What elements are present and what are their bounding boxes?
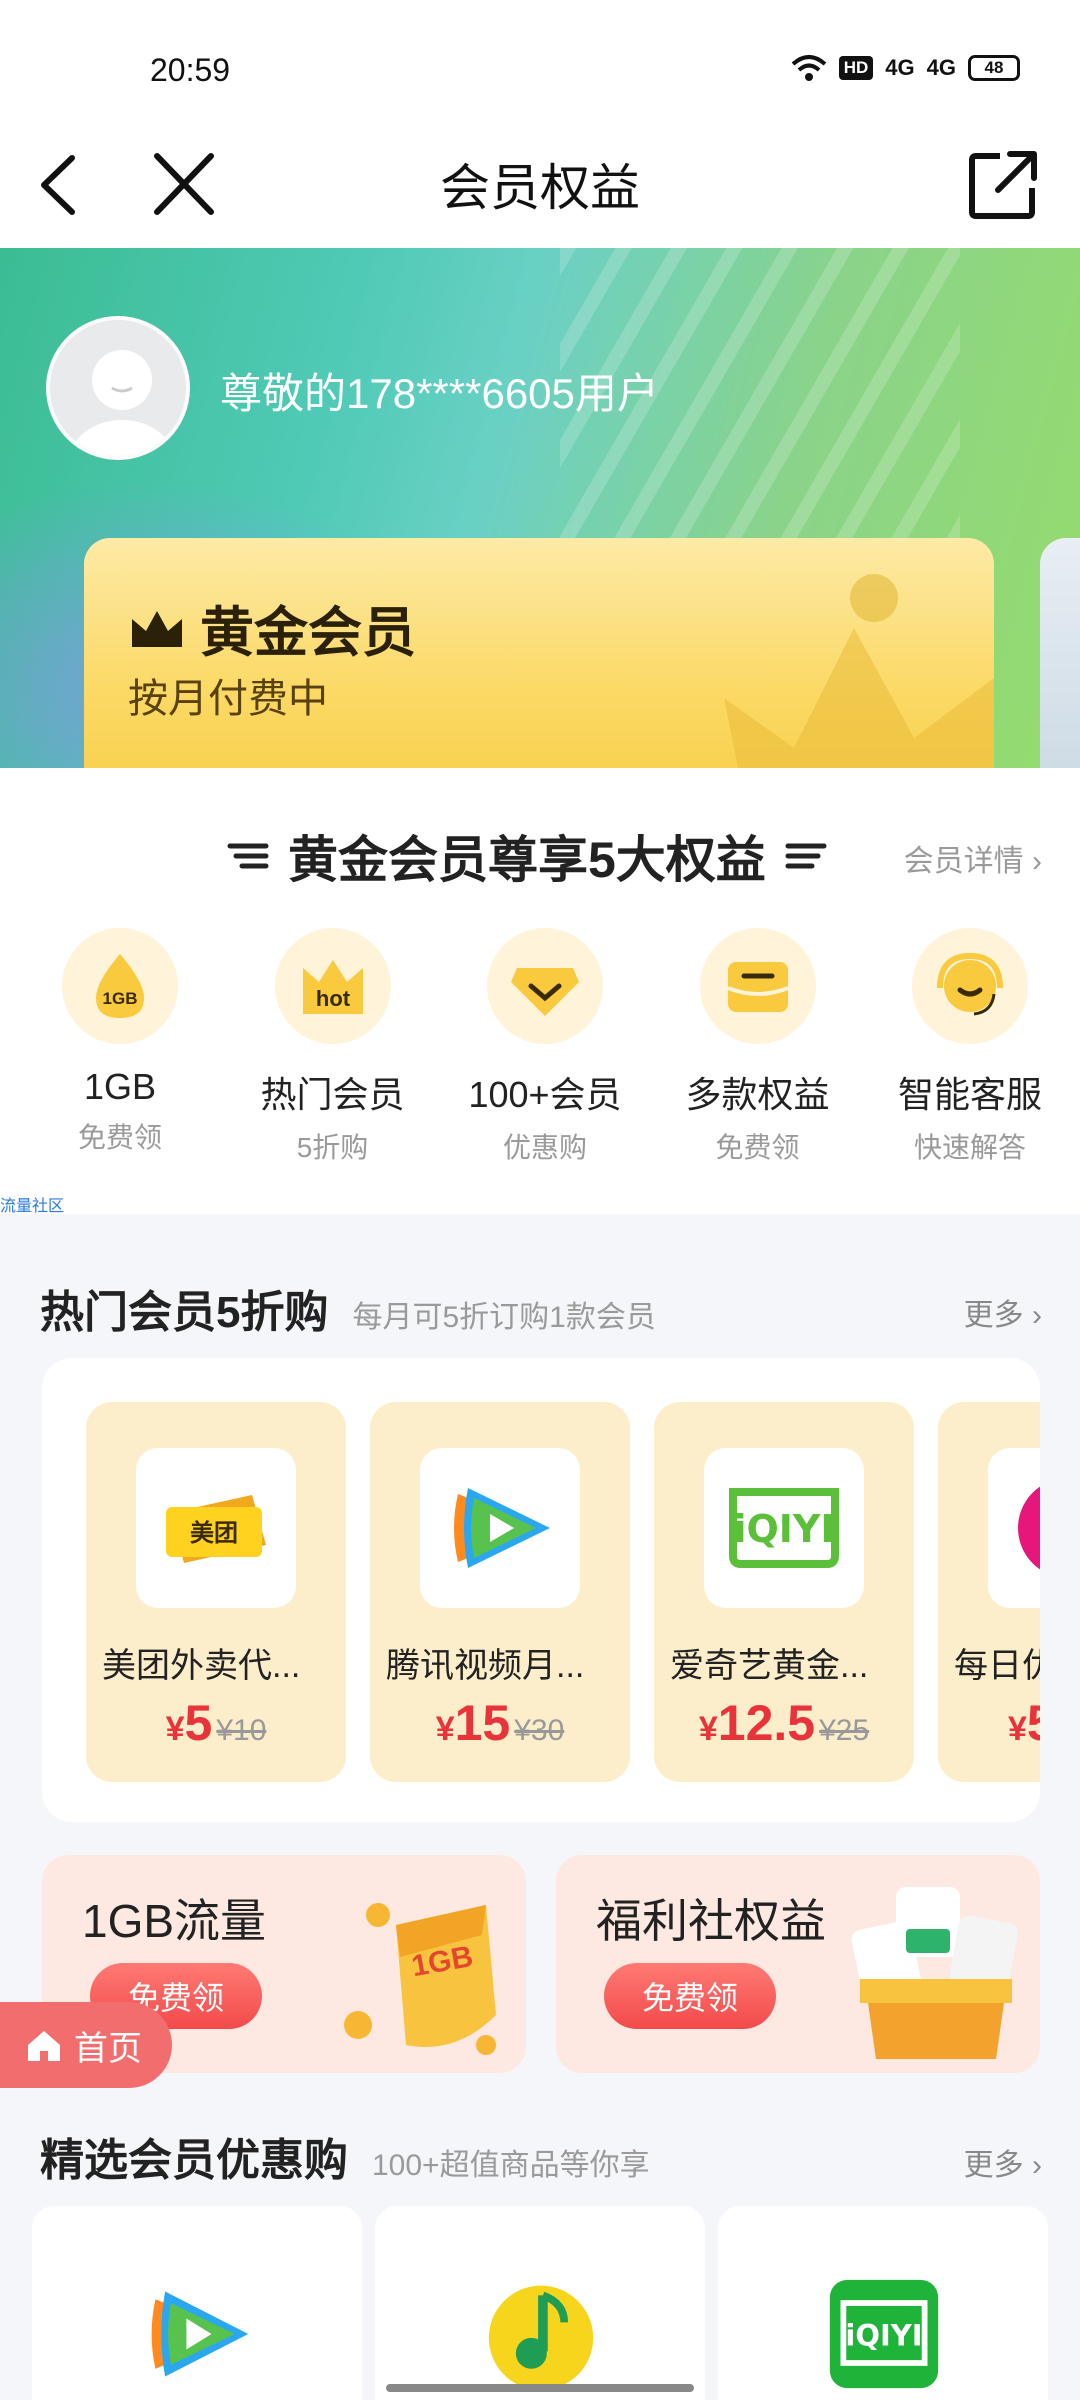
- benefit-title: 智能客服: [897, 1074, 1042, 1115]
- home-tab-label: 首页: [74, 2029, 142, 2068]
- crown-icon: [132, 610, 182, 647]
- hot-item-price: ¥12.5 ¥25: [698, 1695, 870, 1751]
- pick-item-tencent-video[interactable]: [32, 2206, 362, 2400]
- hot-item-meituan[interactable]: 美团 美团外卖代... ¥5 ¥10: [86, 1402, 346, 1782]
- picks-section-header: 精选会员优惠购 100+超值商品等你享: [40, 2124, 650, 2188]
- card-status: 按月付费中: [128, 677, 328, 721]
- page-title: 会员权益: [440, 160, 640, 216]
- daily-logo-icon: [988, 1448, 1040, 1608]
- data-drop-icon: 1GB: [62, 928, 178, 1044]
- diamond-icon: [487, 928, 603, 1044]
- heading-dash-right-icon: [785, 843, 827, 869]
- next-member-card[interactable]: [1040, 538, 1080, 768]
- hot-section-subtitle: 每月可5折订购1款会员: [352, 1301, 656, 1334]
- status-bar: 20:59 HD 4G 4G 48: [0, 0, 1080, 140]
- hot-section-title: 热门会员5折购: [40, 1288, 329, 1337]
- benefit-title: 1GB: [83, 1066, 157, 1107]
- iqiyi-logo-icon: iQIYI: [829, 2279, 939, 2389]
- picks-row: iQIYI: [32, 2206, 1048, 2400]
- hot-item-name: 腾讯视频月...: [386, 1647, 585, 1685]
- tencent-video-logo-icon: [151, 2291, 249, 2377]
- signal-icon: 4G: [885, 55, 915, 80]
- benefit-1gb[interactable]: 1GB 1GB 免费领: [20, 928, 220, 1166]
- pick-item-qq-music[interactable]: [375, 2206, 705, 2400]
- hot-item-name: 每日优...: [954, 1647, 1040, 1685]
- meituan-logo-icon: 美团: [136, 1448, 296, 1608]
- benefits-heading: 黄金会员尊享5大权益: [226, 820, 828, 892]
- benefit-subtitle: 免费领: [715, 1132, 800, 1163]
- hd-badge: HD: [838, 56, 874, 80]
- home-icon: [28, 2031, 60, 2061]
- benefit-subtitle: 快速解答: [913, 1132, 1026, 1163]
- benefit-grid: 1GB 1GB 免费领 hot 热门会员 5折购 100+会员 优惠购 多款权益…: [20, 928, 1070, 1166]
- benefit-subtitle: 优惠购: [502, 1132, 587, 1163]
- home-tab[interactable]: 首页: [0, 2002, 172, 2088]
- welfare-box-icon: 快游: [851, 1887, 1018, 2059]
- promo-title: 1GB流量: [82, 1895, 267, 1947]
- status-time: 20:59: [150, 52, 231, 88]
- promo-welfare[interactable]: 福利社权益 免费领 快游: [556, 1855, 1040, 2073]
- svg-text:iQIYI: iQIYI: [733, 1507, 834, 1551]
- promo-title: 福利社权益: [596, 1895, 826, 1947]
- hot-item-name: 美团外卖代...: [102, 1647, 301, 1685]
- hot-item-daily[interactable]: 每日优... ¥5: [938, 1402, 1040, 1782]
- benefit-title: 热门会员: [260, 1074, 405, 1115]
- user-avatar-icon: [70, 350, 174, 456]
- member-hero: 尊敬的178****6605用户 黄金会员 按月付费中: [0, 248, 1080, 768]
- gold-member-card[interactable]: 黄金会员 按月付费中: [84, 538, 994, 768]
- hot-item-iqiyi[interactable]: iQIYI 爱奇艺黄金... ¥12.5 ¥25: [654, 1402, 914, 1782]
- tencent-video-logo-icon: [420, 1448, 580, 1608]
- user-name: 尊敬的178****6605用户: [220, 370, 659, 417]
- card-title: 黄金会员: [200, 603, 416, 663]
- hot-item-price: ¥5: [1008, 1695, 1040, 1751]
- crown-decoration-icon: [724, 574, 994, 768]
- status-icons: HD 4G 4G 48: [791, 54, 1020, 82]
- picks-section-title: 精选会员优惠购: [40, 2136, 348, 2185]
- svg-text:iQIYI: iQIYI: [845, 2319, 922, 2353]
- traffic-community-link[interactable]: 流量社区: [0, 1192, 64, 1216]
- battery-icon: 48: [968, 55, 1020, 81]
- svg-text:hot: hot: [315, 986, 350, 1011]
- benefits-heading-text: 黄金会员尊享5大权益: [288, 832, 766, 888]
- qq-music-logo-icon: [488, 2285, 594, 2391]
- gift-box-icon: [699, 928, 816, 1044]
- claim-free-button[interactable]: 免费领: [604, 1963, 776, 2029]
- hot-item-price: ¥15 ¥30: [435, 1695, 565, 1751]
- hot-item-tencent-video[interactable]: 腾讯视频月... ¥15 ¥30: [370, 1402, 630, 1782]
- data-pack-icon: 1GB: [344, 1903, 496, 2055]
- hot-crown-icon: hot: [274, 928, 391, 1044]
- signal-icon-2: 4G: [926, 55, 956, 80]
- benefit-customer-service[interactable]: 智能客服 快速解答: [870, 928, 1070, 1166]
- hot-section-header: 热门会员5折购 每月可5折订购1款会员: [40, 1276, 656, 1340]
- hot-item-price: ¥5 ¥10: [165, 1695, 267, 1751]
- nav-bar: 会员权益: [0, 120, 1080, 250]
- share-icon[interactable]: [966, 148, 1040, 222]
- picks-section-subtitle: 100+超值商品等你享: [372, 2149, 650, 2182]
- wifi-icon: [791, 55, 827, 81]
- pick-item-iqiyi[interactable]: iQIYI: [718, 2206, 1048, 2400]
- benefit-subtitle: 5折购: [296, 1132, 369, 1163]
- benefit-subtitle: 免费领: [77, 1122, 162, 1153]
- benefit-100-members[interactable]: 100+会员 优惠购: [445, 928, 645, 1166]
- iqiyi-logo-icon: iQIYI: [704, 1448, 864, 1608]
- avatar[interactable]: [46, 316, 190, 460]
- hot-more-link[interactable]: 更多 ›: [964, 1290, 1042, 1334]
- headset-icon: [912, 928, 1028, 1044]
- hot-item-name: 爱奇艺黄金...: [670, 1647, 869, 1685]
- member-detail-link[interactable]: 会员详情 ›: [904, 836, 1042, 880]
- benefit-hot-member[interactable]: hot 热门会员 5折购: [233, 928, 433, 1166]
- heading-dash-left-icon: [227, 843, 269, 869]
- gold-member-title: 黄金会员: [128, 588, 416, 667]
- benefit-title: 多款权益: [685, 1074, 830, 1115]
- svg-text:1GB: 1GB: [103, 989, 138, 1008]
- benefit-multi-rights[interactable]: 多款权益 免费领: [658, 928, 858, 1166]
- benefits-section: 黄金会员尊享5大权益 会员详情 › 1GB 1GB 免费领 hot 热门会员 5…: [0, 768, 1080, 1216]
- home-indicator[interactable]: [386, 2384, 694, 2392]
- picks-more-link[interactable]: 更多 ›: [964, 2140, 1042, 2184]
- hot-members-carousel[interactable]: 美团 美团外卖代... ¥5 ¥10 腾讯视频月... ¥15 ¥30 iQIYI: [42, 1358, 1040, 1822]
- svg-text:美团: 美团: [190, 1519, 238, 1547]
- benefit-title: 100+会员: [468, 1074, 622, 1115]
